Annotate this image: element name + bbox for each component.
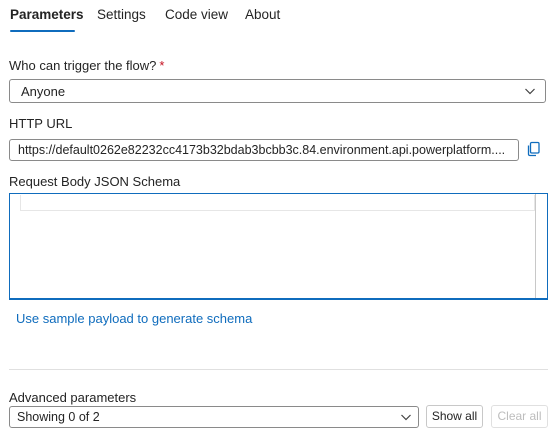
trigger-label: Who can trigger the flow? *	[9, 58, 164, 73]
schema-label: Request Body JSON Schema	[9, 174, 181, 189]
schema-editor[interactable]	[9, 193, 548, 300]
active-tab-indicator	[10, 30, 75, 32]
http-url-value: https://default0262e82232cc4173b32bdab3b…	[18, 143, 506, 157]
sample-payload-link[interactable]: Use sample payload to generate schema	[16, 311, 252, 326]
trigger-dropdown-value: Anyone	[21, 84, 66, 99]
required-marker: *	[159, 58, 165, 73]
tab-code-view[interactable]: Code view	[165, 7, 228, 22]
chevron-down-icon	[401, 414, 411, 421]
tab-settings[interactable]: Settings	[97, 7, 146, 22]
advanced-parameters-label: Advanced parameters	[9, 390, 137, 405]
chevron-down-icon	[525, 88, 535, 95]
http-url-label: HTTP URL	[9, 116, 73, 131]
schema-editor-line	[20, 195, 535, 211]
advanced-parameters-value: Showing 0 of 2	[17, 410, 100, 424]
trigger-dropdown[interactable]: Anyone	[9, 79, 546, 103]
copy-icon[interactable]	[526, 141, 542, 157]
section-divider	[9, 369, 548, 370]
http-url-field[interactable]: https://default0262e82232cc4173b32bdab3b…	[9, 139, 519, 161]
tab-about[interactable]: About	[245, 7, 280, 22]
tab-parameters[interactable]: Parameters	[10, 7, 84, 22]
advanced-parameters-dropdown[interactable]: Showing 0 of 2	[9, 406, 419, 428]
tab-list: Parameters Settings Code view About	[0, 0, 550, 34]
trigger-label-text: Who can trigger the flow?	[9, 58, 157, 73]
clear-all-button[interactable]: Clear all	[491, 405, 548, 428]
show-all-button[interactable]: Show all	[426, 405, 483, 428]
schema-scrollbar[interactable]	[535, 194, 547, 298]
